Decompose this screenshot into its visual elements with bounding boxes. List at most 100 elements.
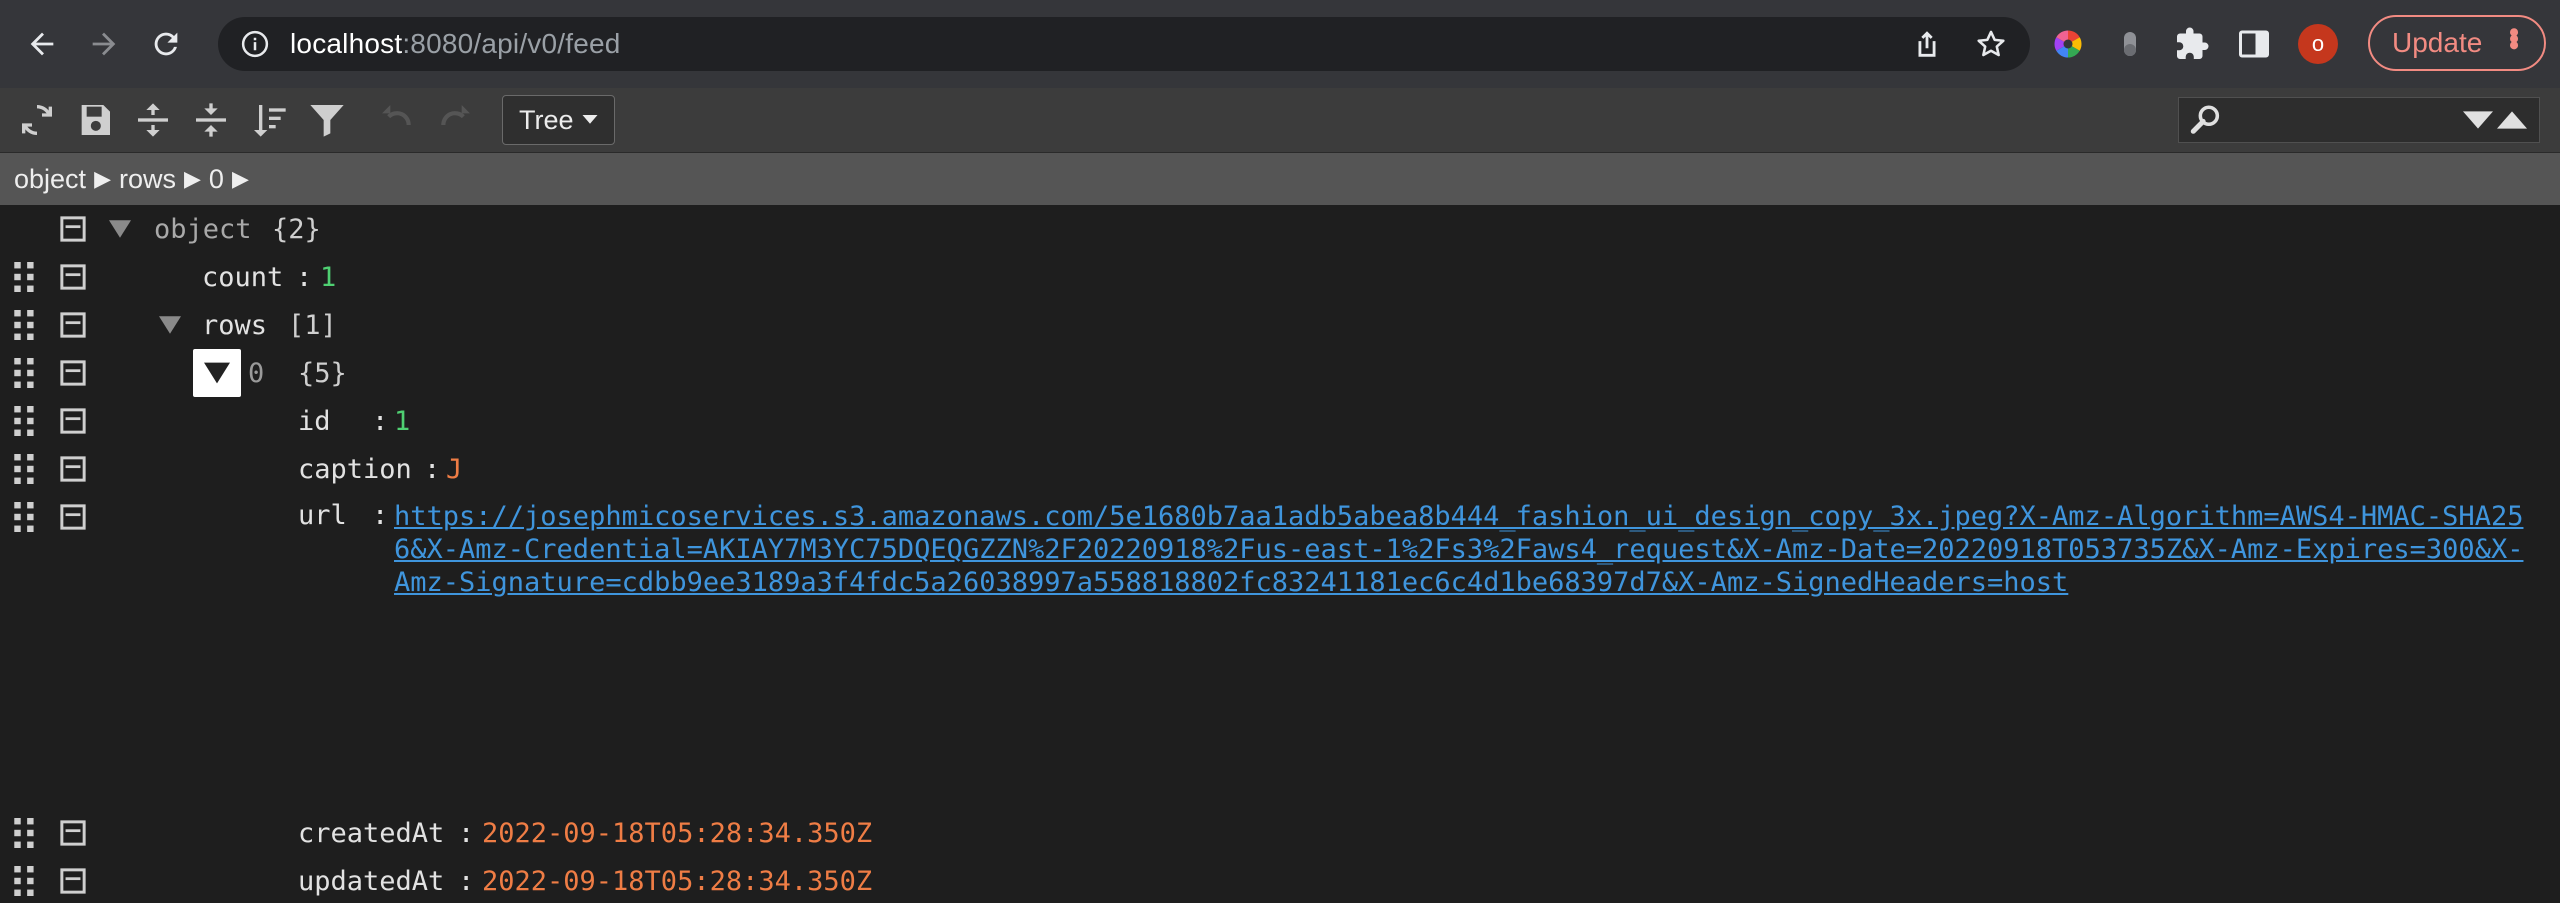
caret-down-icon [582, 115, 598, 124]
filter-button[interactable] [302, 95, 352, 145]
undo-icon [382, 105, 411, 126]
breadcrumb-separator-icon: ▶ [94, 166, 111, 191]
extensions-area: o [2050, 17, 2338, 71]
back-button[interactable] [14, 16, 70, 72]
context-menu-icon[interactable] [60, 820, 86, 846]
tree-row-id: id : 1 [0, 399, 2560, 443]
search-icon [2190, 105, 2220, 134]
json-viewer-toolbar: Tree [0, 88, 2560, 153]
colon-separator: : [296, 261, 313, 293]
field-key[interactable]: count [202, 262, 283, 293]
arrow-right-icon [92, 32, 116, 56]
reload-button[interactable] [138, 16, 194, 72]
field-value[interactable]: J [446, 454, 462, 485]
search-previous-icon[interactable] [2497, 108, 2527, 132]
arrow-left-icon [30, 32, 54, 56]
field-key[interactable]: createdAt [298, 818, 444, 849]
tree-row-rows: rows [1] [0, 303, 2560, 347]
context-menu-icon[interactable] [60, 264, 86, 290]
colon-separator: : [458, 817, 475, 849]
drag-handle-icon[interactable] [14, 406, 36, 436]
breadcrumb-separator-icon: ▶ [184, 166, 201, 191]
field-key[interactable]: updatedAt [298, 866, 444, 897]
forward-button[interactable] [76, 16, 132, 72]
url-link[interactable]: https://josephmicoservices.s3.amazonaws.… [394, 500, 2524, 599]
breadcrumb-item-rows[interactable]: rows [119, 164, 176, 195]
drag-handle-icon[interactable] [14, 454, 36, 484]
context-menu-icon[interactable] [60, 504, 86, 530]
redo-icon [441, 105, 470, 126]
search-next-icon[interactable] [2463, 108, 2493, 132]
sort-button[interactable] [244, 95, 294, 145]
breadcrumb-item-object[interactable]: object [14, 164, 86, 195]
collapse-all-button[interactable] [186, 95, 236, 145]
field-value[interactable]: 2022-09-18T05:28:34.350Z [482, 818, 872, 849]
drag-handle-icon[interactable] [14, 866, 36, 896]
context-menu-icon[interactable] [60, 868, 86, 894]
drag-handle-icon[interactable] [14, 818, 36, 848]
update-button[interactable]: Update ••• [2368, 15, 2546, 71]
rows-info: [1] [288, 309, 337, 341]
field-key[interactable]: caption [298, 454, 412, 485]
field-key[interactable]: url [298, 500, 347, 531]
puzzle-icon[interactable] [2174, 26, 2210, 62]
collapse-all-icon [196, 103, 226, 137]
expand-toggle-icon[interactable] [96, 205, 144, 253]
breadcrumb-item-0[interactable]: 0 [209, 164, 224, 195]
root-info: {2} [272, 213, 321, 245]
expand-toggle-icon[interactable] [146, 301, 194, 349]
tree-row-updatedAt: updatedAt : 2022-09-18T05:28:34.350Z [0, 859, 2560, 903]
context-menu-icon[interactable] [60, 216, 86, 242]
save-icon [81, 105, 110, 135]
tree-row-item-0: 0 {5} [0, 349, 2560, 397]
context-menu-icon[interactable] [60, 360, 86, 386]
field-value[interactable]: 1 [394, 406, 410, 437]
context-menu-icon[interactable] [60, 408, 86, 434]
colon-separator: : [372, 405, 389, 437]
field-key[interactable]: rows [202, 310, 267, 341]
undo-button[interactable] [372, 95, 422, 145]
tree-row-root: object {2} [0, 207, 2560, 251]
profile-avatar[interactable]: o [2298, 24, 2338, 64]
redo-button[interactable] [430, 95, 480, 145]
colon-separator: : [372, 500, 389, 531]
drag-handle-icon[interactable] [14, 262, 36, 292]
drag-handle-icon[interactable] [14, 502, 36, 532]
browser-toolbar: localhost:8080/api/v0/feed o Update ••• [0, 0, 2560, 88]
field-key[interactable]: id [298, 406, 331, 437]
search-input[interactable] [2231, 105, 2455, 135]
side-panel-icon[interactable] [2236, 26, 2272, 62]
breadcrumb-separator-icon[interactable]: ▶ [232, 166, 249, 192]
refresh-button[interactable] [12, 95, 62, 145]
sort-icon [254, 105, 286, 137]
context-menu-icon[interactable] [60, 456, 86, 482]
root-label: object [154, 213, 252, 245]
array-index: 0 [248, 357, 265, 389]
context-menu-icon[interactable] [60, 312, 86, 338]
expand-all-icon [138, 103, 168, 137]
share-icon[interactable] [1910, 27, 1944, 61]
color-picker-extension-icon[interactable] [2050, 26, 2086, 62]
save-button[interactable] [70, 95, 120, 145]
expand-all-button[interactable] [128, 95, 178, 145]
tree-row-caption: caption : J [0, 447, 2560, 491]
reload-icon [154, 32, 178, 56]
mode-select[interactable]: Tree [502, 95, 615, 145]
mode-label: Tree [519, 104, 574, 135]
star-icon[interactable] [1974, 27, 2008, 61]
field-value[interactable]: 1 [320, 262, 336, 293]
expand-toggle-icon[interactable] [193, 349, 241, 397]
capsule-extension-icon[interactable] [2112, 26, 2148, 62]
filter-icon [310, 105, 344, 137]
more-menu-icon[interactable]: ••• [2497, 27, 2530, 47]
address-bar[interactable]: localhost:8080/api/v0/feed [218, 17, 2030, 71]
drag-handle-icon[interactable] [14, 310, 36, 340]
info-icon[interactable] [240, 29, 270, 59]
drag-handle-icon[interactable] [14, 358, 36, 388]
breadcrumb: object ▶ rows ▶ 0 ▶ [0, 153, 2560, 205]
url-text: localhost:8080/api/v0/feed [290, 28, 621, 59]
colon-separator: : [424, 453, 441, 485]
colon-separator: : [458, 865, 475, 897]
tree-row-count: count : 1 [0, 255, 2560, 299]
field-value[interactable]: 2022-09-18T05:28:34.350Z [482, 866, 872, 897]
